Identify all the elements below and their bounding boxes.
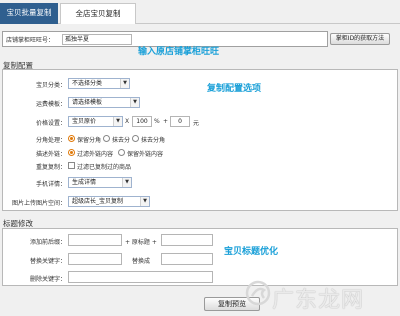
replace-keyword-input[interactable]	[68, 253, 122, 265]
replace-keyword-label: 替换关键字：	[29, 258, 66, 265]
template-select[interactable]: 请选择模板 ▼	[68, 97, 140, 108]
template-value: 请选择模板	[72, 99, 103, 106]
tab-batch-copy[interactable]: 宝贝批量复制	[0, 3, 58, 24]
delete-keyword-label: 删除关键字：	[29, 276, 66, 283]
desc-link-radio-filter[interactable]	[68, 149, 75, 156]
replace-with-input[interactable]	[161, 253, 213, 265]
watermark-text: 广东龙网	[272, 288, 365, 313]
image-space-select[interactable]: 超级店长_宝贝复制 ▼	[68, 196, 150, 207]
category-select[interactable]: 不选择分类 ▼	[68, 78, 130, 89]
original-title-label: + 原标题 +	[125, 239, 157, 246]
mobile-detail-select[interactable]: 生成详情 ▼	[68, 177, 132, 188]
delete-keyword-input[interactable]	[68, 271, 213, 283]
rounding-option-keep: 保留分角	[77, 137, 102, 144]
replace-with-label: 替换成	[132, 258, 151, 265]
annotation-title-edit: 宝贝标题优化	[224, 247, 279, 257]
suffix-input[interactable]	[161, 234, 213, 246]
price-add-input[interactable]: 0	[170, 116, 190, 127]
price-multiplier-input[interactable]: 100	[132, 116, 152, 127]
desc-link-label: 描述外链：	[35, 151, 66, 158]
tab-bar: 宝贝批量复制 全店宝贝复制	[0, 0, 400, 24]
template-label: 运费模板：	[35, 101, 66, 108]
rounding-radio-fenjiao[interactable]	[132, 135, 139, 142]
annotation-shop: 输入原店铺掌柜旺旺	[138, 47, 220, 57]
watermark-logo-icon	[245, 280, 271, 306]
times-sign: X	[125, 118, 130, 125]
rounding-label: 分角处理：	[35, 137, 66, 144]
price-base-select[interactable]: 宝贝原价 ▼	[68, 116, 123, 127]
chevron-down-icon: ▼	[130, 98, 139, 107]
image-space-label: 图片上传图片空间：	[11, 200, 66, 207]
mobile-detail-value: 生成详情	[72, 179, 97, 186]
prefix-label: 添加前后缀：	[29, 239, 66, 246]
mobile-detail-label: 手机详情：	[35, 181, 66, 188]
rounding-option-fen: 抹去分	[112, 137, 131, 144]
image-space-value: 超级店长_宝贝复制	[72, 198, 124, 205]
price-base-value: 宝贝原价	[72, 118, 97, 125]
prefix-input[interactable]	[68, 234, 122, 246]
chevron-down-icon: ▼	[140, 197, 149, 206]
rounding-radio-keep[interactable]	[68, 135, 75, 142]
rounding-radio-fen[interactable]	[103, 135, 110, 142]
price-label: 价格设置：	[35, 120, 66, 127]
duplicate-checkbox[interactable]	[68, 162, 75, 169]
shop-id-label: 店铺掌柜旺旺号：	[6, 37, 55, 44]
rounding-option-fenjiao: 抹去分角	[141, 137, 166, 144]
desc-link-option-keep: 保留外链内容	[127, 151, 164, 158]
price-unit: 元	[193, 120, 200, 127]
category-label: 宝贝分类：	[35, 82, 66, 89]
chevron-down-icon: ▼	[120, 79, 129, 88]
tab-shop-copy[interactable]: 全店宝贝复制	[60, 3, 136, 24]
desc-link-option-filter: 过滤外链内容	[77, 151, 114, 158]
category-value: 不选择分类	[72, 80, 103, 87]
duplicate-checkbox-label: 过滤已复制过的商品	[77, 164, 132, 171]
percent-sign: %	[154, 118, 160, 125]
desc-link-radio-keep[interactable]	[118, 149, 125, 156]
plus-sign: +	[163, 118, 169, 125]
get-id-method-button[interactable]: 掌柜ID的获取方法	[330, 33, 390, 45]
chevron-down-icon: ▼	[122, 178, 131, 187]
shop-id-input[interactable]: 孤独半夏	[62, 34, 132, 45]
annotation-copy-config: 复制配置选项	[207, 84, 262, 94]
chevron-down-icon: ▼	[113, 117, 122, 126]
duplicate-label: 重复复制：	[35, 164, 66, 171]
